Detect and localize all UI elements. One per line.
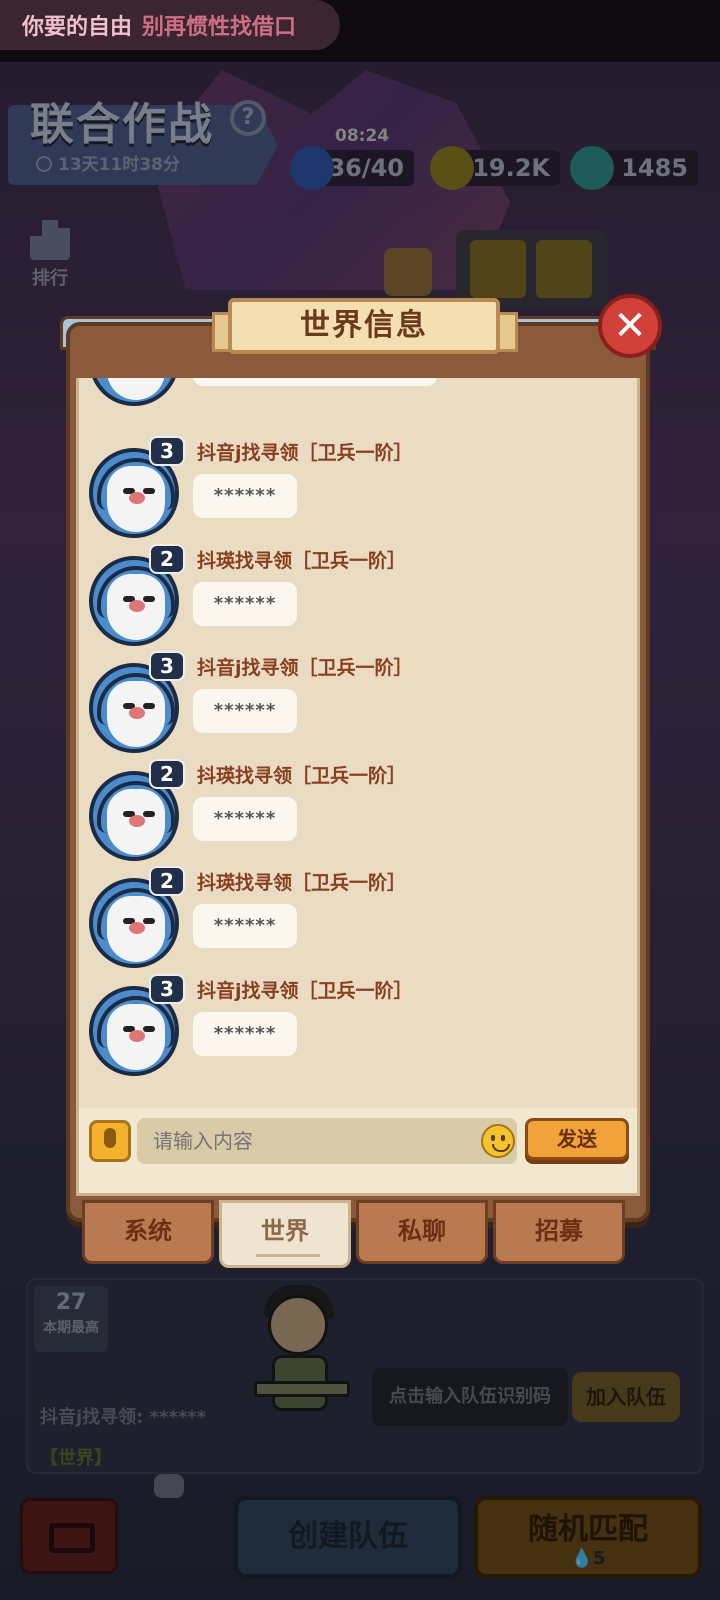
level-badge: 3: [149, 436, 185, 466]
emoji-icon[interactable]: [481, 1124, 515, 1158]
chat-message: 3 抖音j找寻领［卫兵一阶］ ******: [79, 436, 637, 548]
message-bubble: ******: [193, 581, 297, 626]
modal-title: 世界信息: [228, 298, 500, 354]
chat-message-list[interactable]: 3 抖音j找寻领［卫兵一阶］ ****** 2 抖瑛找寻领［卫兵一阶］ ****** 3 抖音…: [76, 378, 640, 1108]
chat-message: 3 抖音j找寻领［卫兵一阶］ ******: [79, 651, 637, 763]
chat-input[interactable]: [137, 1118, 517, 1164]
tab-recruit[interactable]: 招募: [493, 1200, 625, 1264]
chat-message: 2 抖瑛找寻领［卫兵一阶］ ******: [79, 543, 637, 656]
sender-name[interactable]: 抖音j找寻领［卫兵一阶］: [197, 976, 413, 1003]
sender-name[interactable]: 抖瑛找寻领［卫兵一阶］: [197, 761, 406, 788]
sender-name[interactable]: 抖瑛找寻领［卫兵一阶］: [197, 868, 406, 895]
avatar-nose: [129, 814, 145, 827]
avatar-eye: [143, 488, 155, 494]
avatar-eye: [143, 810, 155, 817]
send-button[interactable]: 发送: [525, 1118, 629, 1160]
sender-name[interactable]: 抖音j找寻领［卫兵一阶］: [197, 438, 413, 465]
level-badge: 2: [149, 543, 185, 574]
avatar-eye: [143, 703, 155, 709]
message-bubble: ******: [193, 689, 297, 733]
avatar-eye: [143, 1025, 155, 1032]
tab-system[interactable]: 系统: [82, 1200, 214, 1264]
avatar-nose: [129, 492, 145, 504]
message-bubble: ******: [193, 904, 297, 948]
message-bubble: ******: [193, 796, 297, 841]
sender-name[interactable]: 抖音j找寻领［卫兵一阶］: [197, 653, 413, 680]
microphone-icon[interactable]: [89, 1120, 131, 1162]
status-bar: 你要的自由 别再惯性找借口: [0, 0, 720, 62]
status-text-a: 你要的自由: [22, 15, 133, 40]
avatar-eye: [143, 918, 155, 924]
close-button[interactable]: ✕: [598, 294, 662, 358]
chat-message: 2 抖瑛找寻领［卫兵一阶］ ******: [79, 758, 637, 871]
message-bubble: [193, 378, 437, 386]
avatar[interactable]: [89, 378, 179, 406]
chat-message-partial: [79, 378, 637, 416]
status-pill[interactable]: 你要的自由 别再惯性找借口: [0, 0, 340, 50]
avatar-eye: [143, 595, 155, 602]
message-bubble: ******: [193, 474, 297, 518]
chat-input-row: 发送: [76, 1108, 640, 1196]
sender-name[interactable]: 抖瑛找寻领［卫兵一阶］: [197, 546, 406, 573]
level-badge: 3: [149, 973, 185, 1004]
level-badge: 2: [149, 866, 185, 896]
avatar-nose: [129, 922, 145, 934]
chat-message: 2 抖瑛找寻领［卫兵一阶］ ******: [79, 866, 637, 978]
level-badge: 2: [149, 758, 185, 789]
tab-private[interactable]: 私聊: [356, 1200, 488, 1264]
level-badge: 3: [149, 651, 185, 681]
avatar-nose: [129, 707, 145, 719]
tab-world[interactable]: 世界: [219, 1200, 351, 1268]
status-text-b: 别再惯性找借口: [142, 15, 297, 40]
avatar-nose: [129, 1029, 145, 1042]
avatar-nose: [129, 599, 145, 612]
chat-message: 3 抖音j找寻领［卫兵一阶］ ******: [79, 973, 637, 1086]
message-bubble: ******: [193, 1011, 297, 1056]
